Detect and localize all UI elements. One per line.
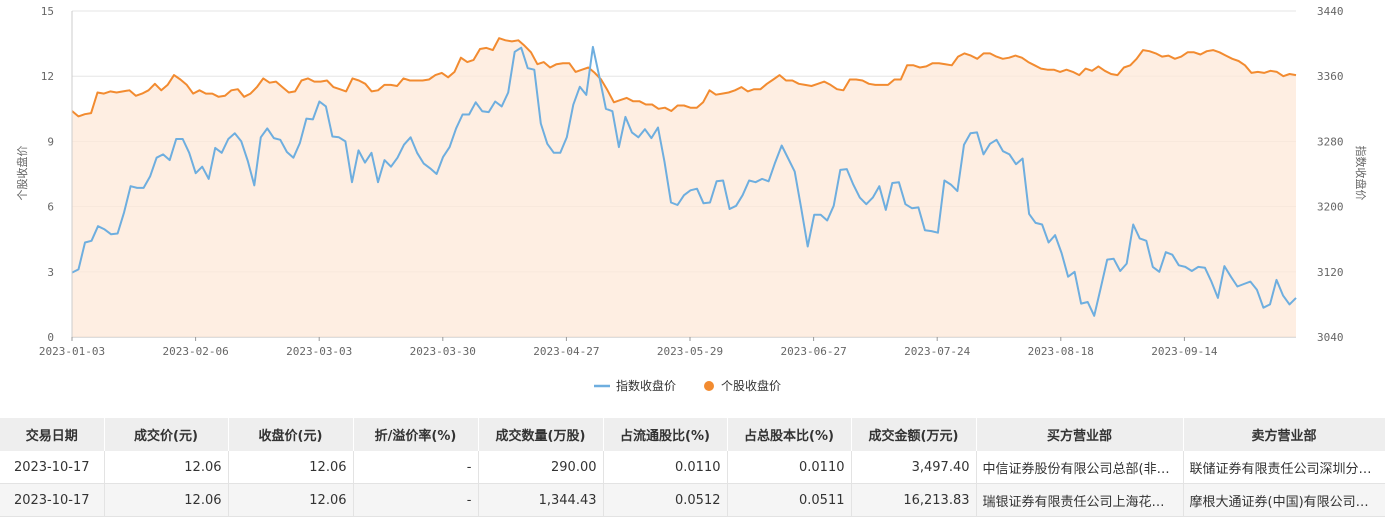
header-trade-date[interactable]: 交易日期 bbox=[0, 418, 105, 451]
left-tick-label: 15 bbox=[41, 5, 54, 18]
cell-amount: 16,213.83 bbox=[851, 483, 977, 517]
right-tick-label: 3280 bbox=[1317, 135, 1344, 148]
x-tick-label: 2023-02-06 bbox=[162, 345, 228, 358]
header-seller[interactable]: 卖方营业部 bbox=[1183, 418, 1385, 451]
x-tick-label: 2023-01-03 bbox=[39, 345, 105, 358]
cell-trade-date: 2023-10-17 bbox=[0, 451, 105, 484]
x-tick-label: 2023-04-27 bbox=[533, 345, 599, 358]
table-row: 2023-10-17 12.06 12.06 - 1,344.43 0.0512… bbox=[0, 483, 1385, 517]
x-tick-label: 2023-07-24 bbox=[904, 345, 971, 358]
right-tick-label: 3440 bbox=[1317, 5, 1344, 18]
table-row: 2023-10-17 12.06 12.06 - 290.00 0.0110 0… bbox=[0, 451, 1385, 484]
stock-area-fill bbox=[72, 38, 1296, 337]
cell-total-ratio: 0.0110 bbox=[727, 451, 852, 484]
right-tick-label: 3040 bbox=[1317, 331, 1344, 344]
left-tick-label: 6 bbox=[47, 201, 54, 214]
block-trade-table: 交易日期 成交价(元) 收盘价(元) 折/溢价率(%) 成交数量(万股) 占流通… bbox=[0, 418, 1385, 517]
right-tick-label: 3360 bbox=[1317, 70, 1344, 83]
right-tick-label: 3200 bbox=[1317, 201, 1344, 214]
cell-seller[interactable]: 摩根大通证券(中国)有限公司上海银城中路证券营业部 bbox=[1183, 483, 1385, 517]
left-axis-title: 个股收盘价 bbox=[15, 146, 29, 201]
svg-text:个股收盘价: 个股收盘价 bbox=[721, 378, 781, 393]
legend: 指数收盘价 个股收盘价 bbox=[594, 378, 781, 393]
cell-close-price: 12.06 bbox=[228, 483, 354, 517]
header-premium-rate[interactable]: 折/溢价率(%) bbox=[353, 418, 479, 451]
legend-item-index[interactable]: 指数收盘价 bbox=[594, 378, 676, 393]
left-tick-label: 3 bbox=[47, 266, 54, 279]
cell-premium-rate: - bbox=[353, 451, 479, 484]
cell-trade-date: 2023-10-17 bbox=[0, 483, 105, 517]
cell-total-ratio: 0.0511 bbox=[727, 483, 852, 517]
x-tick-label: 2023-08-18 bbox=[1028, 345, 1094, 358]
left-tick-label: 9 bbox=[47, 135, 54, 148]
x-tick-label: 2023-06-27 bbox=[780, 345, 846, 358]
cell-amount: 3,497.40 bbox=[851, 451, 977, 484]
right-axis-title: 指数收盘价 bbox=[1354, 146, 1368, 201]
left-tick-label: 12 bbox=[41, 70, 54, 83]
cell-volume: 1,344.43 bbox=[478, 483, 604, 517]
cell-float-ratio: 0.0512 bbox=[603, 483, 728, 517]
left-tick-label: 0 bbox=[47, 331, 54, 344]
cell-trade-price: 12.06 bbox=[104, 451, 229, 484]
cell-trade-price: 12.06 bbox=[104, 483, 229, 517]
stock-area bbox=[72, 38, 1296, 337]
header-float-ratio[interactable]: 占流通股比(%) bbox=[603, 418, 728, 451]
header-volume[interactable]: 成交数量(万股) bbox=[478, 418, 604, 451]
cell-close-price: 12.06 bbox=[228, 451, 354, 484]
cell-buyer[interactable]: 中信证券股份有限公司总部(非营业场所) bbox=[976, 451, 1184, 484]
cell-buyer[interactable]: 瑞银证券有限责任公司上海花园石桥路证券营业部 bbox=[976, 483, 1184, 517]
x-tick-label: 2023-09-14 bbox=[1151, 345, 1218, 358]
cell-volume: 290.00 bbox=[478, 451, 604, 484]
table-header-row: 交易日期 成交价(元) 收盘价(元) 折/溢价率(%) 成交数量(万股) 占流通… bbox=[0, 418, 1385, 451]
cell-float-ratio: 0.0110 bbox=[603, 451, 728, 484]
header-total-ratio[interactable]: 占总股本比(%) bbox=[727, 418, 852, 451]
cell-seller[interactable]: 联储证券有限责任公司深圳分公司 bbox=[1183, 451, 1385, 484]
cell-premium-rate: - bbox=[353, 483, 479, 517]
x-tick-label: 2023-03-03 bbox=[286, 345, 352, 358]
legend-item-stock[interactable]: 个股收盘价 bbox=[704, 378, 781, 393]
dual-axis-line-chart: 0 3 6 9 12 15 3040 3120 3200 3280 3360 3440 2023-01-… bbox=[15, 5, 1368, 393]
header-amount[interactable]: 成交金额(万元) bbox=[851, 418, 977, 451]
header-buyer[interactable]: 买方营业部 bbox=[976, 418, 1184, 451]
x-tick-label: 2023-05-29 bbox=[657, 345, 723, 358]
header-trade-price[interactable]: 成交价(元) bbox=[104, 418, 229, 451]
right-tick-label: 3120 bbox=[1317, 266, 1344, 279]
x-tick-label: 2023-03-30 bbox=[410, 345, 476, 358]
svg-text:指数收盘价: 指数收盘价 bbox=[616, 378, 676, 393]
header-close-price[interactable]: 收盘价(元) bbox=[228, 418, 354, 451]
